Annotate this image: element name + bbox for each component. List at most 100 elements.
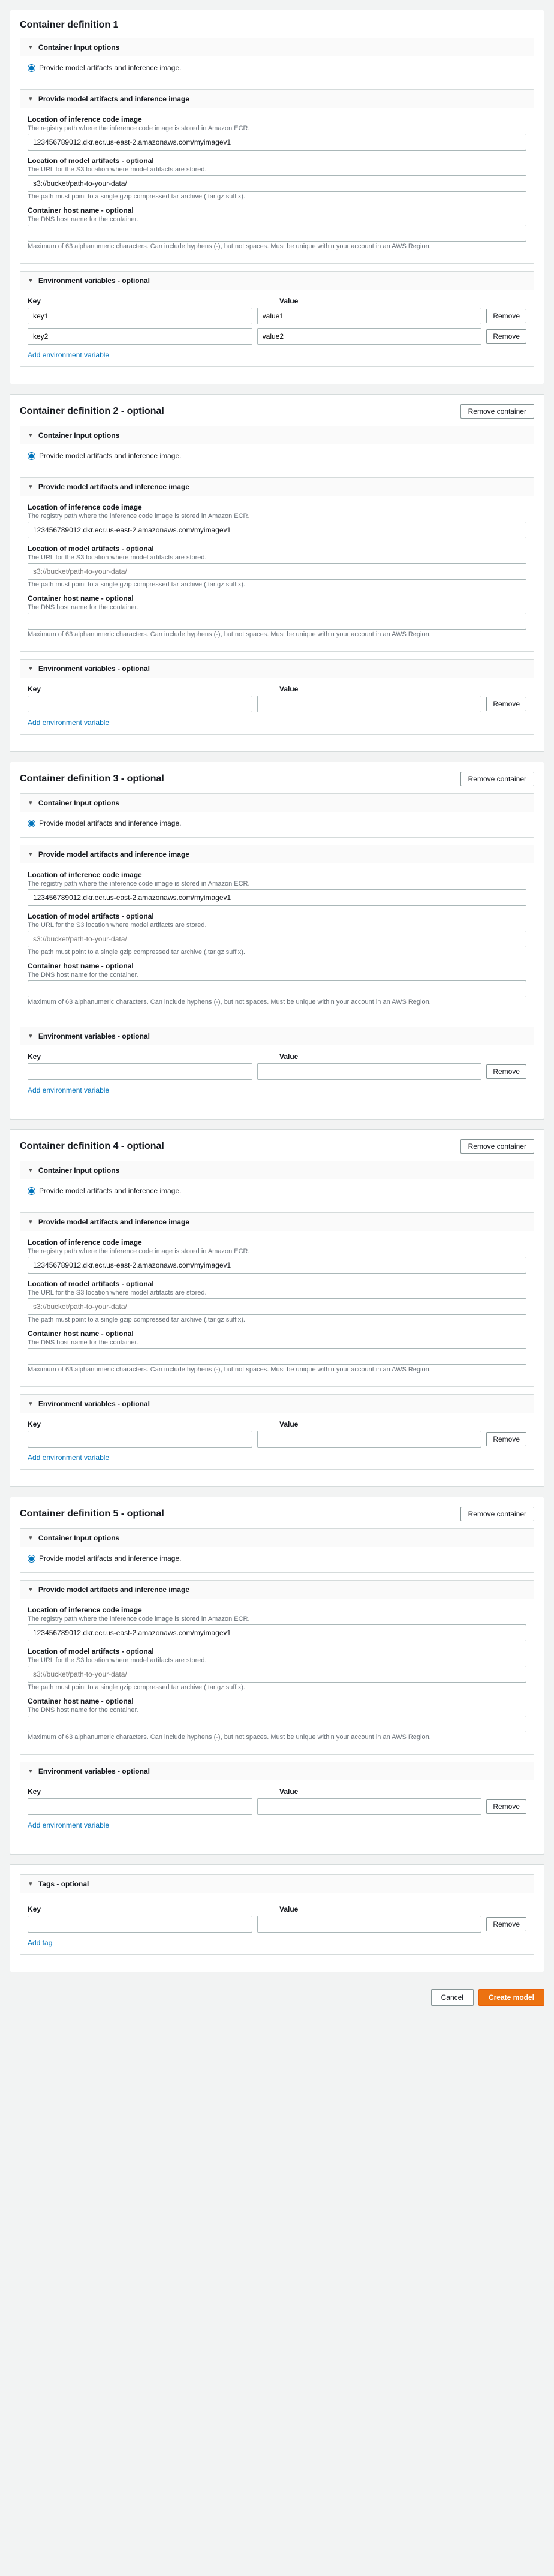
container-hostname-label-5: Container host name - optional	[28, 1697, 526, 1705]
model-artifacts-label-3: Location of model artifacts - optional	[28, 912, 526, 920]
inference-image-input-5[interactable]	[28, 1624, 526, 1641]
container-hostname-input-1[interactable]	[28, 225, 526, 242]
model-artifacts-hint-3: The URL for the S3 location where model …	[28, 922, 526, 929]
remove-container-button-5[interactable]: Remove container	[460, 1507, 534, 1521]
tags-collapsible: ▼ Tags - optional Key Value Remove Add t…	[20, 1874, 534, 1955]
inference-image-input-3[interactable]	[28, 889, 526, 906]
artifacts-header-5[interactable]: ▼Provide model artifacts and inference i…	[20, 1581, 534, 1599]
model-artifacts-label-2: Location of model artifacts - optional	[28, 544, 526, 553]
artifacts-arrow-icon-3: ▼	[28, 851, 34, 858]
inference-image-label-5: Location of inference code image	[28, 1606, 526, 1614]
artifacts-content-2: Location of inference code image The reg…	[20, 496, 534, 651]
add-env-var-link-2[interactable]: Add environment variable	[28, 718, 109, 727]
tags-section: ▼ Tags - optional Key Value Remove Add t…	[10, 1864, 544, 1972]
env-value-input-4-0[interactable]	[257, 1431, 482, 1448]
tag-key-input[interactable]	[28, 1916, 252, 1933]
add-env-var-link-5[interactable]: Add environment variable	[28, 1821, 109, 1829]
input-options-header-4[interactable]: ▼Container Input options	[20, 1161, 534, 1179]
env-value-input-2-0[interactable]	[257, 696, 482, 712]
env-key-col-4: Key	[28, 1420, 275, 1428]
artifacts-header-1[interactable]: ▼Provide model artifacts and inference i…	[20, 90, 534, 108]
env-key-input-5-0[interactable]	[28, 1798, 252, 1815]
input-options-header-3[interactable]: ▼Container Input options	[20, 794, 534, 812]
env-vars-header-1[interactable]: ▼Environment variables - optional	[20, 272, 534, 290]
radio-artifacts-inference-3[interactable]	[28, 820, 35, 827]
artifacts-title-5: Provide model artifacts and inference im…	[38, 1585, 189, 1594]
radio-group-4: Provide model artifacts and inference im…	[28, 1187, 526, 1195]
artifacts-content-5: Location of inference code image The reg…	[20, 1599, 534, 1754]
env-key-input-2-0[interactable]	[28, 696, 252, 712]
container-hostname-hint-1: The DNS host name for the container.	[28, 216, 526, 223]
env-vars-header-2[interactable]: ▼Environment variables - optional	[20, 660, 534, 678]
radio-artifacts-inference-1[interactable]	[28, 64, 35, 72]
env-value-input-3-0[interactable]	[257, 1063, 482, 1080]
env-vars-arrow-icon-1: ▼	[28, 278, 34, 284]
container-section-3: Container definition 3 - optionalRemove …	[10, 762, 544, 1120]
env-key-input-1-0[interactable]	[28, 308, 252, 324]
input-options-arrow-icon-4: ▼	[28, 1167, 34, 1174]
env-vars-header-3[interactable]: ▼Environment variables - optional	[20, 1027, 534, 1045]
env-remove-button-1-1[interactable]: Remove	[486, 329, 526, 344]
tag-value-input[interactable]	[257, 1916, 482, 1933]
env-vars-header-5[interactable]: ▼ Environment variables - optional	[20, 1762, 534, 1780]
add-env-var-link-4[interactable]: Add environment variable	[28, 1453, 109, 1462]
tags-table-header: Key Value	[28, 1905, 526, 1913]
model-artifacts-input-2[interactable]	[28, 563, 526, 580]
add-env-var-link-1[interactable]: Add environment variable	[28, 351, 109, 359]
remove-container-button-3[interactable]: Remove container	[460, 772, 534, 786]
model-artifacts-input-4[interactable]	[28, 1298, 526, 1315]
radio-artifacts-inference-4[interactable]	[28, 1187, 35, 1195]
env-key-input-3-0[interactable]	[28, 1063, 252, 1080]
container-hostname-input-5[interactable]	[28, 1716, 526, 1732]
env-vars-section-2: ▼Environment variables - optionalKeyValu…	[20, 659, 534, 735]
radio-artifacts-inference-2[interactable]	[28, 452, 35, 460]
env-key-input-1-1[interactable]	[28, 328, 252, 345]
artifacts-header-2[interactable]: ▼Provide model artifacts and inference i…	[20, 478, 534, 496]
model-artifacts-input-5[interactable]	[28, 1666, 526, 1683]
tags-collapsible-header[interactable]: ▼ Tags - optional	[20, 1875, 534, 1893]
create-model-button[interactable]: Create model	[478, 1989, 544, 2006]
env-value-input-1-1[interactable]	[257, 328, 482, 345]
inference-image-input-4[interactable]	[28, 1257, 526, 1274]
container-hostname-input-3[interactable]	[28, 980, 526, 997]
env-remove-button-3-0[interactable]: Remove	[486, 1064, 526, 1079]
input-options-content-2: Provide model artifacts and inference im…	[20, 444, 534, 470]
container-hostname-hint-3: The DNS host name for the container.	[28, 971, 526, 979]
radio-artifacts-inference-5[interactable]	[28, 1555, 35, 1563]
env-remove-button-1-0[interactable]: Remove	[486, 309, 526, 323]
artifacts-header-4[interactable]: ▼Provide model artifacts and inference i…	[20, 1213, 534, 1231]
model-artifacts-input-3[interactable]	[28, 931, 526, 947]
alphanumeric-hint-4: Maximum of 63 alphanumeric characters. C…	[28, 1366, 526, 1373]
model-artifacts-input-1[interactable]	[28, 175, 526, 192]
cancel-button[interactable]: Cancel	[431, 1989, 474, 2006]
artifacts-header-3[interactable]: ▼Provide model artifacts and inference i…	[20, 845, 534, 863]
env-value-input-1-0[interactable]	[257, 308, 482, 324]
env-remove-button-2-0[interactable]: Remove	[486, 697, 526, 711]
add-env-var-link-3[interactable]: Add environment variable	[28, 1086, 109, 1094]
input-options-header-5[interactable]: ▼Container Input options	[20, 1529, 534, 1547]
env-key-input-4-0[interactable]	[28, 1431, 252, 1448]
inference-image-input-2[interactable]	[28, 522, 526, 538]
inference-image-input-1[interactable]	[28, 134, 526, 151]
add-tag-link[interactable]: Add tag	[28, 1939, 52, 1947]
env-remove-button-5-0[interactable]: Remove	[486, 1799, 526, 1814]
inference-image-field-5: Location of inference code image The reg…	[28, 1606, 526, 1641]
env-vars-arrow-icon-5: ▼	[28, 1768, 34, 1775]
tag-remove-button[interactable]: Remove	[486, 1917, 526, 1931]
container-title-5: Container definition 5 - optional	[20, 1509, 164, 1519]
env-key-col-3: Key	[28, 1052, 275, 1061]
env-vars-title-5: Environment variables - optional	[38, 1767, 150, 1775]
input-options-arrow-icon-5: ▼	[28, 1535, 34, 1542]
container-title-1: Container definition 1	[20, 20, 118, 31]
env-value-input-5-0[interactable]	[257, 1798, 482, 1815]
inference-image-field-4: Location of inference code image The reg…	[28, 1238, 526, 1274]
container-hostname-input-4[interactable]	[28, 1348, 526, 1365]
input-options-header-1[interactable]: ▼Container Input options	[20, 38, 534, 56]
remove-container-button-4[interactable]: Remove container	[460, 1139, 534, 1154]
env-vars-header-4[interactable]: ▼Environment variables - optional	[20, 1395, 534, 1413]
remove-container-button-2[interactable]: Remove container	[460, 404, 534, 419]
input-options-content-3: Provide model artifacts and inference im…	[20, 812, 534, 837]
container-hostname-input-2[interactable]	[28, 613, 526, 630]
env-remove-button-4-0[interactable]: Remove	[486, 1432, 526, 1446]
input-options-header-2[interactable]: ▼Container Input options	[20, 426, 534, 444]
